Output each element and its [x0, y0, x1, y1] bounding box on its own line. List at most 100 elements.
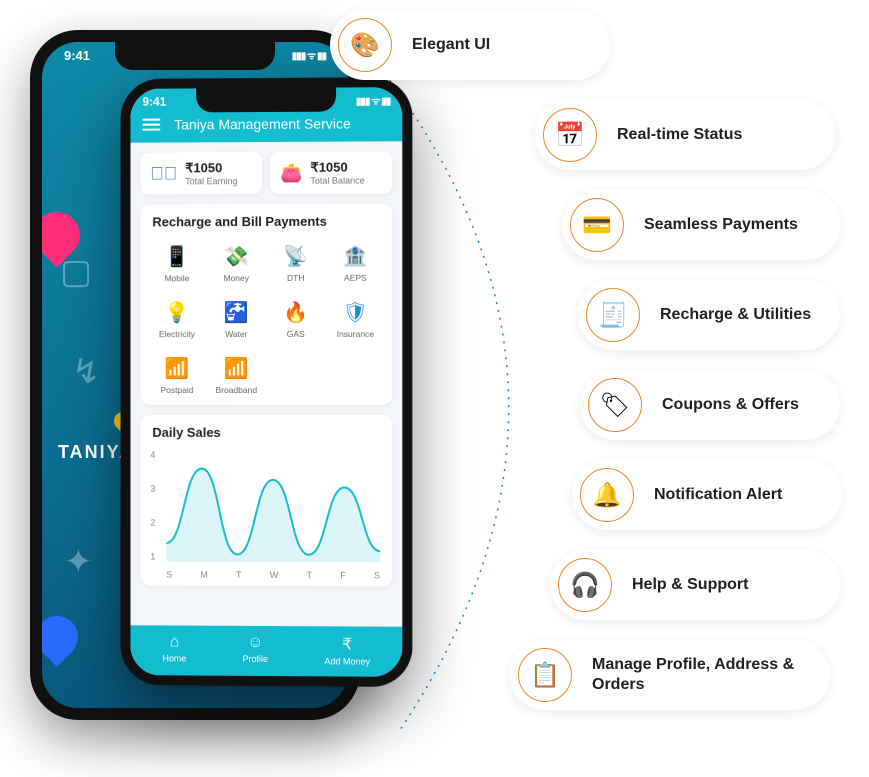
total-balance-card[interactable]: 👛 ₹1050 Total Balance — [270, 151, 392, 194]
feature-icon: 🏷 — [588, 378, 642, 432]
tile-label: Broadband — [216, 385, 258, 395]
service-tile-electricity[interactable]: 💡 Electricity — [148, 291, 205, 345]
nav-profile[interactable]: ☺ Profile — [243, 634, 268, 666]
balance-amount: ₹1050 — [310, 160, 364, 176]
feature-pill-4: 🏷 Coupons & Offers — [580, 370, 840, 440]
feature-pill-0: 🎨 Elegant UI — [330, 10, 610, 80]
feature-label: Seamless Payments — [644, 215, 798, 235]
decorative-outline-icon: ↯ — [72, 352, 101, 392]
x-tick: T — [236, 570, 241, 580]
service-tile-postpaid[interactable]: 📶 Postpaid — [148, 347, 205, 401]
recharge-section: Recharge and Bill Payments 📱 Mobile 💸 Money… — [140, 204, 392, 406]
electricity-icon: 💡 — [162, 297, 192, 327]
insurance-icon: 🛡 — [340, 297, 370, 327]
money-icon: 💸 — [221, 241, 251, 271]
wallet-icon: 👛 — [280, 162, 302, 183]
app-title: Taniya Management Service — [174, 116, 351, 133]
feature-pill-1: 📅 Real-time Status — [535, 100, 835, 170]
broadband-icon: 📶 — [221, 353, 251, 383]
bottom-nav: ⌂ Home ☺ Profile ₹ Add Money — [130, 625, 402, 677]
feature-label: Elegant UI — [412, 35, 490, 55]
status-time: 9:41 — [64, 48, 90, 63]
x-tick: M — [200, 570, 207, 580]
tile-label: DTH — [287, 273, 304, 283]
water-icon: 🚰 — [221, 297, 251, 327]
x-tick: S — [374, 570, 380, 580]
feature-label: Real-time Status — [617, 125, 742, 145]
phone-notch — [115, 42, 275, 70]
feature-label: Recharge & Utilities — [660, 305, 811, 325]
service-tile-aeps[interactable]: 🏦 AEPS — [327, 235, 385, 289]
tile-label: Money — [224, 273, 249, 283]
feature-icon: 💳 — [570, 198, 624, 252]
phone-notch — [196, 88, 336, 113]
tile-label: GAS — [287, 329, 305, 339]
y-tick: 1 — [150, 552, 162, 562]
mobile-icon: 📱 — [162, 241, 192, 271]
phone-frame-front: 9:41 ▮▮▮ ᯤ ▮▮ Taniya Management Service … — [121, 77, 413, 687]
earning-label: Total Earning — [185, 176, 237, 186]
signal-wifi-battery-icon: ▮▮▮ ᯤ ▮▮ — [292, 48, 326, 63]
tile-label: AEPS — [344, 273, 367, 283]
total-earning-card[interactable]: ₹⃝ ₹1050 Total Earning — [140, 152, 262, 194]
y-tick: 3 — [150, 484, 162, 494]
hamburger-menu-icon[interactable] — [142, 119, 160, 131]
tile-label: Postpaid — [161, 385, 194, 395]
feature-pill-7: 📋 Manage Profile, Address & Orders — [510, 640, 830, 710]
feature-label: Manage Profile, Address & Orders — [592, 655, 808, 695]
gas-icon: 🔥 — [281, 297, 311, 327]
y-tick: 2 — [150, 518, 162, 528]
postpaid-icon: 📶 — [162, 353, 192, 383]
profile-icon: ☺ — [247, 634, 263, 652]
y-tick: 4 — [150, 450, 162, 460]
earning-amount: ₹1050 — [185, 160, 237, 176]
home-icon: ⌂ — [170, 633, 180, 651]
rupee-circle-icon: ₹⃝ — [150, 163, 177, 184]
service-tile-water[interactable]: 🚰 Water — [208, 291, 265, 345]
feature-label: Help & Support — [632, 575, 748, 595]
signal-wifi-battery-icon: ▮▮▮ ᯤ ▮▮ — [356, 93, 390, 107]
service-tile-broadband[interactable]: 📶 Broadband — [208, 347, 265, 401]
feature-label: Notification Alert — [654, 485, 782, 505]
feature-pill-2: 💳 Seamless Payments — [562, 190, 840, 260]
service-tile-dth[interactable]: 📡 DTH — [267, 235, 325, 289]
decorative-outline-icon: ▢ — [60, 252, 92, 292]
section-title: Recharge and Bill Payments — [148, 214, 384, 236]
tile-label: Electricity — [159, 329, 195, 339]
balance-label: Total Balance — [310, 176, 364, 186]
aeps-icon: 🏦 — [340, 241, 370, 271]
nav-label: Profile — [243, 654, 268, 664]
tile-label: Insurance — [337, 329, 374, 339]
nav-add-money[interactable]: ₹ Add Money — [324, 634, 370, 666]
nav-label: Home — [162, 653, 186, 663]
feature-label: Coupons & Offers — [662, 395, 799, 415]
nav-label: Add Money — [324, 656, 370, 666]
decorative-outline-icon: ✦ — [64, 542, 93, 582]
nav-home[interactable]: ⌂ Home — [162, 633, 186, 665]
feature-pill-5: 🔔 Notification Alert — [572, 460, 842, 530]
feature-pill-6: 🎧 Help & Support — [550, 550, 840, 620]
x-tick: W — [270, 570, 278, 580]
x-tick: F — [340, 570, 346, 580]
feature-icon: 🎧 — [558, 558, 612, 612]
service-tile-insurance[interactable]: 🛡 Insurance — [327, 291, 385, 345]
tile-label: Mobile — [165, 273, 190, 283]
service-tile-mobile[interactable]: 📱 Mobile — [148, 235, 205, 289]
line-chart: 1 2 3 4 S M T W T F S — [148, 450, 384, 581]
service-tile-money[interactable]: 💸 Money — [208, 235, 265, 289]
service-tile-gas[interactable]: 🔥 GAS — [267, 291, 325, 345]
tile-label: Water — [225, 329, 247, 339]
decorative-drop-blue — [30, 607, 87, 666]
feature-icon: 🧾 — [586, 288, 640, 342]
dth-icon: 📡 — [281, 241, 311, 271]
section-title: Daily Sales — [148, 425, 384, 446]
x-tick: T — [306, 570, 312, 580]
feature-icon: 📅 — [543, 108, 597, 162]
feature-icon: 🔔 — [580, 468, 634, 522]
feature-icon: 📋 — [518, 648, 572, 702]
add-money-icon: ₹ — [342, 634, 352, 654]
feature-pill-3: 🧾 Recharge & Utilities — [578, 280, 840, 350]
daily-sales-section: Daily Sales 1 2 3 4 S M T W T F S — [140, 415, 392, 587]
feature-icon: 🎨 — [338, 18, 392, 72]
x-tick: S — [166, 570, 172, 580]
